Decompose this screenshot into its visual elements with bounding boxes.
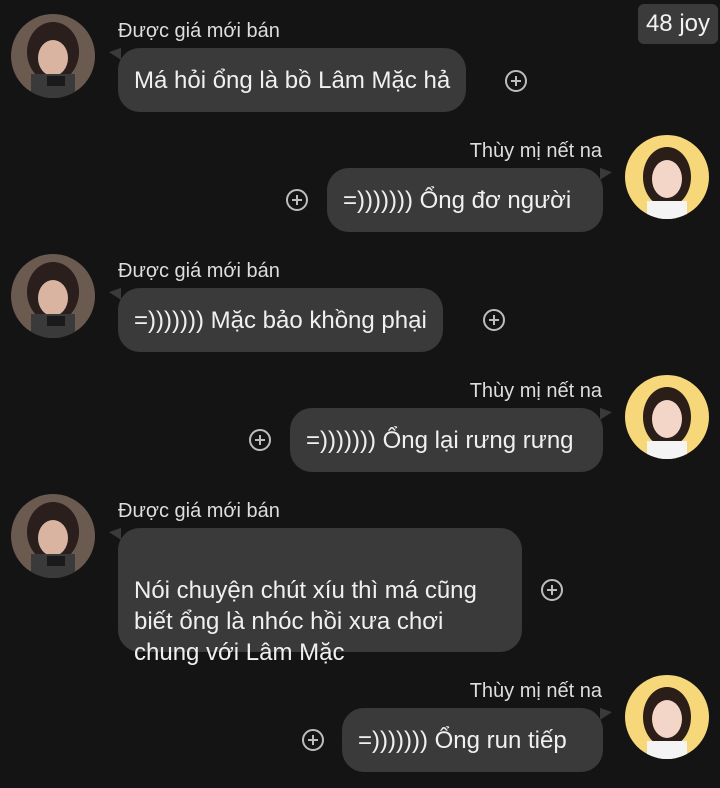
sender-name: Thùy mị nết na: [469, 680, 602, 702]
add-reaction-icon[interactable]: [541, 579, 563, 601]
avatar-right-image: [625, 375, 709, 459]
sender-name: Được giá mới bán: [118, 20, 280, 42]
add-reaction-icon[interactable]: [249, 429, 271, 451]
joy-count-badge: 48 joy: [637, 4, 718, 44]
message-bubble[interactable]: Má hỏi ổng là bồ Lâm Mặc hả: [118, 48, 467, 112]
sender-avatar[interactable]: [11, 254, 95, 338]
sender-name: Thùy mị nết na: [469, 140, 602, 162]
sender-avatar[interactable]: [11, 494, 95, 578]
message-text: =))))))) Ổng đơ người: [343, 187, 572, 214]
message-bubble[interactable]: =))))))) Ổng lại rưng rưng: [290, 408, 603, 472]
sender-name: Thùy mị nết na: [469, 380, 602, 402]
avatar-left-image: [11, 494, 95, 578]
avatar-right-image: [625, 675, 709, 759]
avatar-right-image: [625, 135, 709, 219]
message-text: Nói chuyện chút xíu thì má cũng biết ổng…: [134, 577, 477, 666]
sender-name: Được giá mới bán: [118, 260, 280, 282]
sender-name: Được giá mới bán: [118, 500, 280, 522]
message-bubble[interactable]: =))))))) Ổng run tiếp: [342, 708, 603, 772]
sender-avatar[interactable]: [11, 14, 95, 98]
avatar-left-image: [11, 254, 95, 338]
message-bubble[interactable]: Nói chuyện chút xíu thì má cũng biết ổng…: [118, 528, 522, 666]
message-text: =))))))) Mặc bảo khồng phại: [134, 307, 427, 334]
message-text: Má hỏi ổng là bồ Lâm Mặc hả: [134, 67, 451, 94]
receiver-avatar[interactable]: [625, 135, 709, 219]
receiver-avatar[interactable]: [625, 375, 709, 459]
message-bubble[interactable]: =))))))) Mặc bảo khồng phại: [118, 288, 443, 352]
message-bubble[interactable]: =))))))) Ổng đơ người: [327, 168, 603, 232]
avatar-left-image: [11, 14, 95, 98]
add-reaction-icon[interactable]: [302, 729, 324, 751]
message-text: =))))))) Ổng run tiếp: [358, 727, 567, 754]
message-text: =))))))) Ổng lại rưng rưng: [306, 427, 574, 454]
add-reaction-icon[interactable]: [286, 189, 308, 211]
receiver-avatar[interactable]: [625, 675, 709, 759]
add-reaction-icon[interactable]: [483, 309, 505, 331]
add-reaction-icon[interactable]: [505, 70, 527, 92]
